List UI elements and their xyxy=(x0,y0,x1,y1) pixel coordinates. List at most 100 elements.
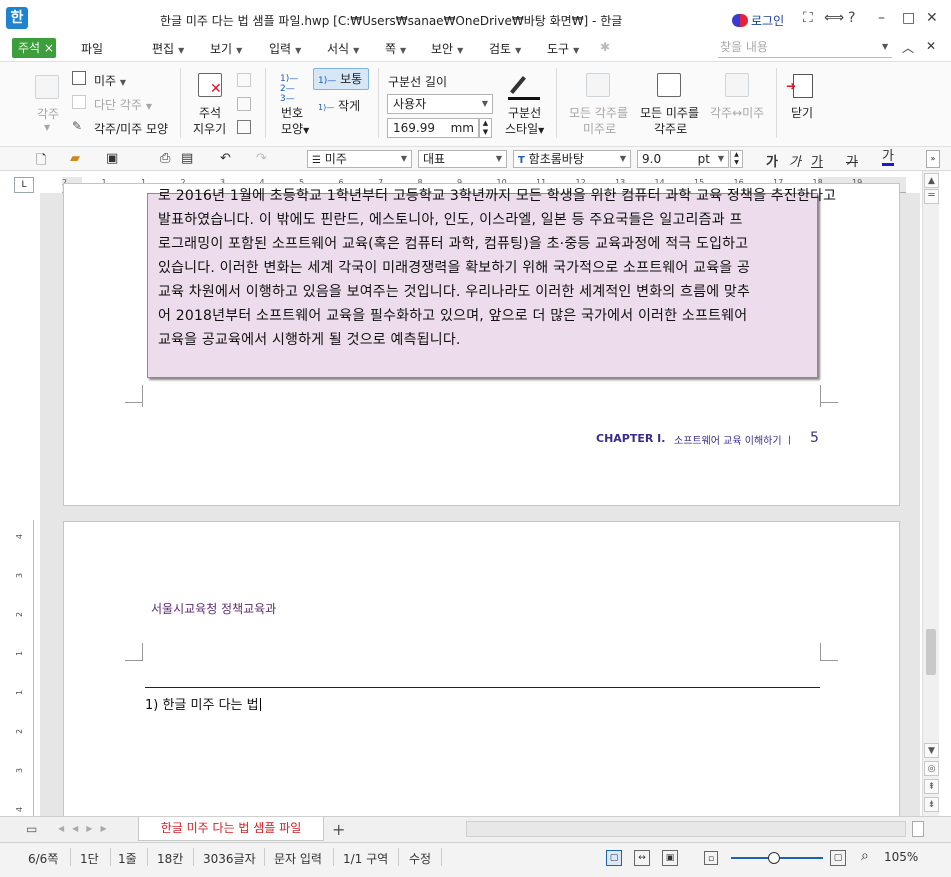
menu-page[interactable]: 쪽 ▼ xyxy=(385,40,406,57)
separator-length-input[interactable]: 169.99 mm xyxy=(387,118,479,138)
endnote-highlight-box[interactable]: 로 2016년 1월에 초등학교 1학년부터 고등학교 3학년까지 모든 학생을… xyxy=(147,188,836,378)
status-edit[interactable]: 수정 xyxy=(409,850,431,867)
scroll-up-icon[interactable]: ▲ xyxy=(924,173,939,188)
note-shape-button[interactable]: 각주/미주 모양 xyxy=(94,120,168,137)
print-icon[interactable]: ⎙ xyxy=(160,151,170,166)
font-select[interactable]: T 함초롬바탕 ▼ xyxy=(513,150,631,168)
separator-style-label-1[interactable]: 구분선 xyxy=(508,104,541,121)
add-tab-button[interactable]: + xyxy=(332,820,345,839)
number-shape-label-2[interactable]: 모양▼ xyxy=(281,120,309,137)
tab-document[interactable]: 한글 미주 다는 법 샘플 파일 xyxy=(138,817,324,841)
separator-length-select[interactable]: 사용자 ▼ xyxy=(387,94,493,114)
separator-length-spinner[interactable]: ▲ ▼ xyxy=(479,118,492,138)
status-page[interactable]: 6/6쪽 xyxy=(28,850,58,867)
search-input[interactable]: 찾을 내용 xyxy=(718,38,892,58)
collapse-ribbon-icon[interactable]: ︿ xyxy=(902,39,914,56)
zoom-out-icon[interactable]: ▫ xyxy=(704,851,718,865)
chat-icon[interactable]: ✱ xyxy=(600,40,610,54)
menu-file[interactable]: 파일 xyxy=(81,40,103,57)
new-document-icon[interactable]: 🗋 xyxy=(36,151,46,173)
chevron-down-icon: ▼ xyxy=(44,123,51,132)
vertical-ruler[interactable]: 4 3 2 1 1 2 3 4 xyxy=(14,520,34,816)
annotation-context-tab[interactable]: 주석 × xyxy=(12,38,56,58)
bold-button[interactable]: 가 xyxy=(766,151,778,170)
zoom-in-icon[interactable]: ▢ xyxy=(830,850,846,866)
magnifier-icon[interactable]: ⌕ xyxy=(861,848,869,864)
delete-note-label-2[interactable]: 지우기 xyxy=(193,120,226,137)
separator-style-label-2[interactable]: 스타일▼ xyxy=(505,120,544,137)
margin-corner xyxy=(820,393,838,407)
delete-note-label-1[interactable]: 주석 xyxy=(199,104,221,121)
menu-view[interactable]: 보기 ▼ xyxy=(210,40,242,57)
browse-object-icon[interactable]: ◎ xyxy=(924,761,939,776)
split-icon[interactable]: ⟺ xyxy=(824,10,844,26)
open-folder-icon[interactable]: ▰ xyxy=(70,151,80,166)
preview-icon[interactable]: ▤ xyxy=(181,151,193,166)
swap-notes-button[interactable]: 각주↔미주 xyxy=(710,104,764,121)
vruler-tick-label: 4 xyxy=(15,533,25,540)
menu-security[interactable]: 보안 ▼ xyxy=(431,40,463,57)
ruler-corner[interactable]: L xyxy=(14,177,34,193)
tab-navigation-icons[interactable]: ◀◀▶▶ xyxy=(58,824,115,833)
font-size-input[interactable]: 9.0 pt ▼ xyxy=(637,150,729,168)
split-view-icon[interactable]: ═ xyxy=(924,189,939,204)
all-endnotes-to-footnotes-2[interactable]: 각주로 xyxy=(654,120,687,137)
size-small-button[interactable]: 1)— 작게 xyxy=(318,97,360,114)
note-next-icon[interactable] xyxy=(237,97,251,111)
status-input-mode[interactable]: 문자 입력 xyxy=(274,850,322,867)
login-button[interactable]: 로그인 xyxy=(732,12,784,29)
horizontal-scrollbar[interactable] xyxy=(466,821,906,837)
next-page-icon[interactable]: ⇟ xyxy=(924,797,939,812)
font-color-button[interactable]: 가 xyxy=(882,150,894,166)
style-select[interactable]: ☰ 미주 ▼ xyxy=(307,150,412,168)
zoom-slider-knob[interactable] xyxy=(768,852,780,864)
minimize-icon[interactable]: – xyxy=(878,10,885,26)
undo-icon[interactable]: ↶ xyxy=(220,151,231,166)
redo-icon[interactable]: ↷ xyxy=(256,151,267,166)
full-view-icon[interactable]: ▣ xyxy=(662,850,678,866)
size-normal-button[interactable]: 1)— 보통 xyxy=(313,68,369,90)
menu-format[interactable]: 서식 ▼ xyxy=(327,40,359,57)
prev-page-icon[interactable]: ⇞ xyxy=(924,779,939,794)
all-endnotes-to-footnotes-1[interactable]: 모든 미주를 xyxy=(640,104,699,121)
close-annotation-button[interactable]: 닫기 xyxy=(791,104,813,121)
search-dropdown-icon[interactable]: ▼ xyxy=(882,42,888,51)
strike-button[interactable]: 가 xyxy=(846,151,858,170)
menu-insert[interactable]: 입력 ▼ xyxy=(269,40,301,57)
page-6[interactable] xyxy=(63,521,900,821)
scroll-thumb[interactable] xyxy=(926,629,936,675)
width-view-icon[interactable]: ↔ xyxy=(634,850,650,866)
language-select[interactable]: 대표 ▼ xyxy=(418,150,507,168)
endnote-text[interactable]: 1) 한글 미주 다는 법 xyxy=(145,694,261,713)
close-window-icon[interactable]: ✕ xyxy=(926,10,938,26)
fullscreen-icon[interactable]: ⛶ xyxy=(803,10,813,26)
underline-button[interactable]: 가 xyxy=(811,151,823,170)
note-view-icon[interactable] xyxy=(237,120,251,134)
zoom-level[interactable]: 105% xyxy=(884,850,918,864)
menu-tools-label: 도구 xyxy=(547,42,570,56)
endnote-button[interactable]: 미주 ▼ xyxy=(94,72,126,89)
hangul-logo-icon[interactable]: 한 xyxy=(6,7,28,29)
toolbar-more-icon[interactable]: » xyxy=(926,150,940,168)
memo-line: 발표하였습니다. 이 밖에도 핀란드, 에스토니아, 인도, 이스라엘, 일본 … xyxy=(158,212,743,228)
all-footnotes-to-endnotes-1[interactable]: 모든 각주를 xyxy=(569,104,628,121)
tab-list-icon[interactable]: ▭ xyxy=(26,822,37,836)
italic-button[interactable]: 가 xyxy=(789,151,801,170)
scroll-down-icon[interactable]: ▼ xyxy=(924,743,939,758)
maximize-icon[interactable]: □ xyxy=(902,10,915,26)
close-tab-icon[interactable]: ✕ xyxy=(926,39,936,53)
all-footnotes-to-endnotes-2[interactable]: 미주로 xyxy=(583,120,616,137)
footnote-button[interactable]: 각주 xyxy=(37,105,59,122)
help-icon[interactable]: ? xyxy=(848,10,855,26)
note-prev-icon[interactable] xyxy=(237,73,251,87)
multi-column-footnote-button[interactable]: 다단 각주 ▼ xyxy=(94,96,152,113)
font-size-spinner[interactable]: ▲ ▼ xyxy=(730,150,743,168)
page-view-icon[interactable]: ▢ xyxy=(606,850,622,866)
menu-tools[interactable]: 도구 ▼ xyxy=(547,40,579,57)
save-icon[interactable]: ▣ xyxy=(106,151,118,166)
number-shape-label-1[interactable]: 번호 xyxy=(281,104,303,121)
menu-edit[interactable]: 편집 ▼ xyxy=(152,40,184,57)
vertical-scrollbar[interactable]: ▲ ═ ▼ ◎ ⇞ ⇟ xyxy=(922,171,939,816)
menu-review[interactable]: 검토 ▼ xyxy=(489,40,521,57)
split-h-icon[interactable] xyxy=(912,821,924,837)
